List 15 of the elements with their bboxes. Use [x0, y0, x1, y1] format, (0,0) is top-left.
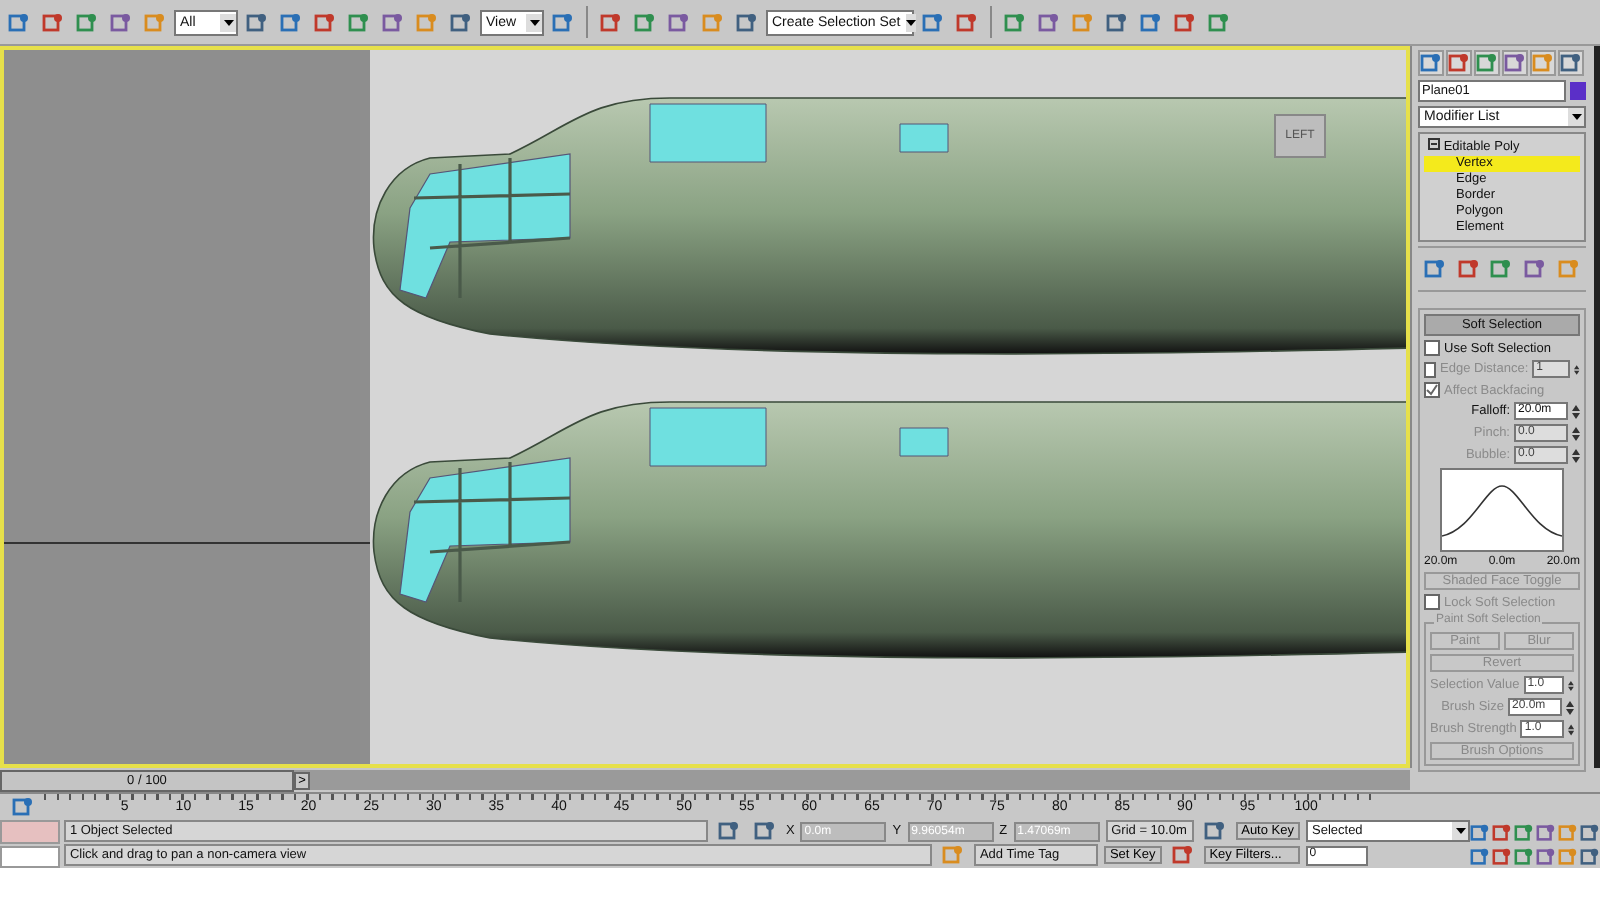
- falloff-curve-drawing: [1440, 468, 1564, 552]
- collapse-icon[interactable]: [1428, 138, 1440, 150]
- maxscript-listener-field[interactable]: [0, 820, 60, 843]
- object-color-swatch[interactable]: [1570, 82, 1586, 100]
- spinner-arrows-icon[interactable]: [1568, 677, 1574, 693]
- spinner-arrows-icon[interactable]: [1572, 403, 1580, 419]
- spinner-arrows-icon[interactable]: [1567, 721, 1574, 737]
- caret-icon: [220, 13, 236, 31]
- maxscript-output-field[interactable]: [0, 845, 60, 868]
- caret-icon: [526, 13, 542, 31]
- caret-icon: [1452, 822, 1468, 840]
- spinner-arrows-icon[interactable]: [1566, 699, 1574, 715]
- caret-icon: [906, 13, 917, 31]
- caret-icon: [1568, 108, 1584, 126]
- checkbox[interactable]: [1424, 340, 1440, 356]
